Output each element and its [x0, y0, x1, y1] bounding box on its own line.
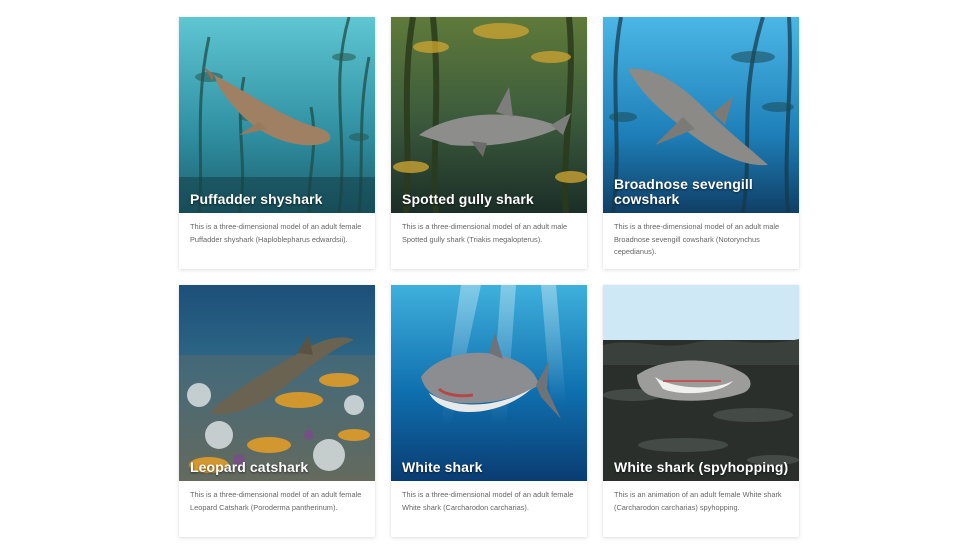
- shark-kelp-scene-image: [179, 17, 375, 213]
- species-card-white-shark-spyhopping[interactable]: White shark (spyhopping) This is an anim…: [603, 285, 799, 537]
- card-title: Spotted gully shark: [402, 191, 534, 207]
- card-image: Leopard catshark: [179, 285, 375, 481]
- shark-kelp-scene-image: [391, 17, 587, 213]
- card-description: This is a three-dimensional model of an …: [190, 490, 362, 512]
- species-card-broadnose-sevengill-cowshark[interactable]: Broadnose sevengill cowshark This is a t…: [603, 17, 799, 269]
- card-image: Spotted gully shark: [391, 17, 587, 213]
- species-card-puffadder-shyshark[interactable]: Puffadder shyshark This is a three-dimen…: [179, 17, 375, 269]
- card-title: Broadnose sevengill cowshark: [614, 176, 753, 207]
- shark-open-ocean-scene-image: [391, 285, 587, 481]
- shark-reef-scene-image: [179, 285, 375, 481]
- card-description: This is a three-dimensional model of an …: [190, 222, 362, 244]
- card-title: White shark (spyhopping): [614, 459, 789, 475]
- card-title: White shark: [402, 459, 483, 475]
- species-card-spotted-gully-shark[interactable]: Spotted gully shark This is a three-dime…: [391, 17, 587, 269]
- card-description: This is an animation of an adult female …: [614, 490, 782, 512]
- species-card-grid: Puffadder shyshark This is a three-dimen…: [179, 17, 799, 537]
- card-image: Puffadder shyshark: [179, 17, 375, 213]
- species-card-leopard-catshark[interactable]: Leopard catshark This is a three-dimensi…: [179, 285, 375, 537]
- card-image: White shark (spyhopping): [603, 285, 799, 481]
- card-image: White shark: [391, 285, 587, 481]
- card-title: Leopard catshark: [190, 459, 309, 475]
- shark-surface-scene-image: [603, 285, 799, 481]
- card-description: This is a three-dimensional model of an …: [402, 490, 574, 512]
- card-image: Broadnose sevengill cowshark: [603, 17, 799, 213]
- species-card-white-shark[interactable]: White shark This is a three-dimensional …: [391, 285, 587, 537]
- card-description: This is a three-dimensional model of an …: [402, 222, 568, 244]
- card-title: Puffadder shyshark: [190, 191, 323, 207]
- card-description: This is a three-dimensional model of an …: [614, 222, 780, 256]
